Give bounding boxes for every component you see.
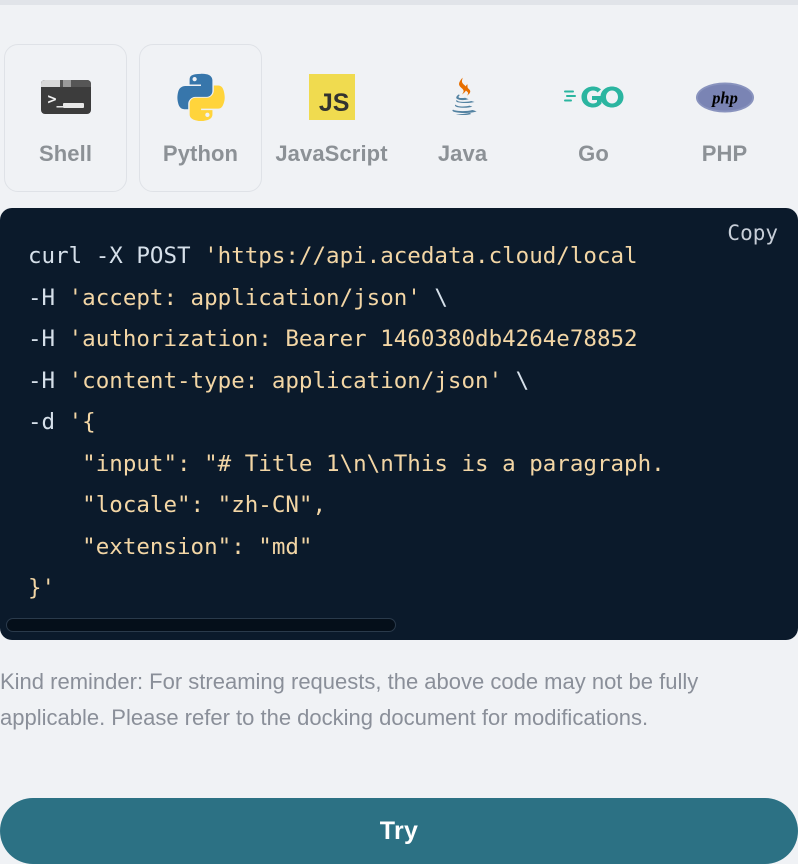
python-logo-icon bbox=[171, 71, 231, 123]
code-sample-text: curl -X POST 'https://api.acedata.cloud/… bbox=[28, 236, 798, 610]
language-tab-php[interactable]: php PHP bbox=[663, 44, 786, 192]
language-tab-php-label: PHP bbox=[702, 143, 748, 165]
language-tab-python-label: Python bbox=[163, 143, 238, 165]
language-tab-java-label: Java bbox=[438, 143, 487, 165]
language-tab-go-label: Go bbox=[578, 143, 609, 165]
language-tab-java[interactable]: Java bbox=[401, 44, 524, 192]
svg-text:php: php bbox=[710, 88, 738, 107]
code-horizontal-scrollbar-thumb[interactable] bbox=[6, 618, 396, 632]
copy-button[interactable]: Copy bbox=[727, 221, 778, 246]
shell-terminal-icon: >_ bbox=[36, 71, 96, 123]
language-tab-strip: >_ Shell Python JS JavaScript bbox=[0, 44, 798, 194]
language-tab-shell[interactable]: >_ Shell bbox=[4, 44, 127, 192]
language-tab-go[interactable]: Go bbox=[532, 44, 655, 192]
code-horizontal-scrollbar-track[interactable] bbox=[6, 618, 792, 632]
language-tab-javascript-label: JavaScript bbox=[275, 143, 387, 165]
language-tab-python[interactable]: Python bbox=[139, 44, 262, 192]
language-tab-shell-label: Shell bbox=[39, 143, 92, 165]
language-tab-javascript[interactable]: JS JavaScript bbox=[270, 44, 393, 192]
streaming-reminder-text: Kind reminder: For streaming requests, t… bbox=[0, 664, 770, 736]
code-scroll-area[interactable]: curl -X POST 'https://api.acedata.cloud/… bbox=[0, 208, 798, 640]
javascript-logo-icon: JS bbox=[302, 71, 362, 123]
try-button[interactable]: Try bbox=[0, 798, 798, 864]
java-logo-icon bbox=[433, 71, 493, 123]
top-divider bbox=[0, 0, 798, 5]
go-logo-icon bbox=[564, 71, 624, 123]
code-sample-panel: curl -X POST 'https://api.acedata.cloud/… bbox=[0, 208, 798, 640]
php-logo-icon: php bbox=[695, 71, 755, 123]
